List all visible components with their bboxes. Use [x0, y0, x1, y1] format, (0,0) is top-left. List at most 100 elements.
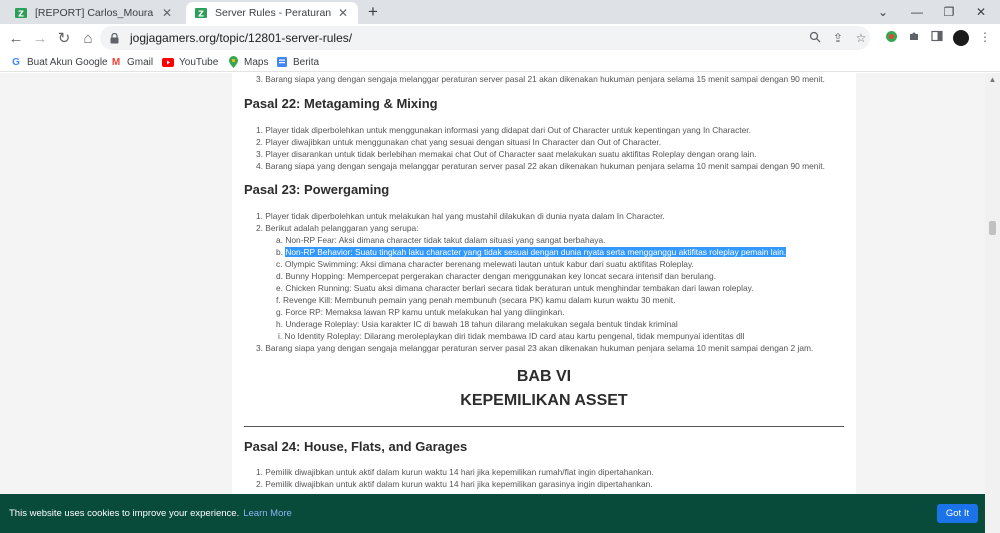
- sub-list-text: Bunny Hopping: Mempercepat pergerakan ch…: [285, 271, 716, 281]
- list-item: 2. Pemilik diwajibkan untuk aktif dalam …: [256, 479, 653, 489]
- bookmark-maps[interactable]: Maps: [227, 55, 268, 69]
- post-content-card: 3. Barang siapa yang dengan sengaja mela…: [232, 73, 856, 533]
- back-icon[interactable]: ←: [6, 28, 26, 48]
- bookmark-gmail[interactable]: M Gmail: [110, 55, 153, 69]
- zoom-icon[interactable]: [808, 31, 822, 45]
- list-item: 3. Player disarankan untuk tidak berlebi…: [256, 149, 757, 159]
- list-item: 3. Barang siapa yang dengan sengaja mela…: [256, 74, 825, 84]
- sub-list-text: No Identity Roleplay: Dilarang merolepla…: [284, 331, 745, 341]
- sub-list-marker: g.: [276, 307, 283, 317]
- menu-kebab-icon[interactable]: ⋮: [978, 30, 992, 44]
- page-scrollbar[interactable]: ▲: [985, 73, 1000, 533]
- forward-icon[interactable]: →: [30, 28, 50, 48]
- extensions-puzzle-icon[interactable]: [907, 30, 921, 44]
- sub-list-item: i. No Identity Roleplay: Dilarang merole…: [278, 331, 744, 341]
- sub-list-item-selected: b. Non-RP Behavior: Suatu tingkah laku c…: [276, 247, 787, 257]
- list-item: 1. Player tidak diperbolehkan untuk mela…: [256, 211, 665, 221]
- profile-avatar[interactable]: [953, 30, 969, 46]
- sub-list-marker: c.: [276, 259, 283, 269]
- bookmark-star-icon[interactable]: ☆: [854, 31, 868, 45]
- gmail-icon: M: [111, 56, 121, 68]
- sub-list-text: Non-RP Fear: Aksi dimana character tidak…: [285, 235, 606, 245]
- share-icon[interactable]: ⇪: [831, 31, 845, 45]
- sub-list-text: Revenge Kill: Membunuh pemain yang penah…: [282, 295, 676, 305]
- sub-list-item: c. Olympic Swimming: Aksi dimana charact…: [276, 259, 694, 269]
- sub-list-text: Olympic Swimming: Aksi dimana character …: [284, 259, 694, 269]
- list-item: 3. Barang siapa yang dengan sengaja mela…: [256, 343, 814, 353]
- url-text: jogjagamers.org/topic/12801-server-rules…: [130, 31, 353, 45]
- scrollbar-thumb[interactable]: [989, 221, 996, 235]
- sub-list-marker: a.: [276, 235, 283, 245]
- maps-icon: [227, 56, 239, 68]
- list-item: 4. Barang siapa yang dengan sengaja mela…: [256, 161, 825, 171]
- cookie-banner: This website uses cookies to improve you…: [0, 494, 985, 533]
- close-icon[interactable]: ✕: [160, 6, 174, 20]
- svg-text:Z: Z: [18, 10, 24, 19]
- sub-list-marker: b.: [276, 247, 283, 257]
- bookmark-buat-akun-google[interactable]: G Buat Akun Google: [10, 55, 108, 69]
- bookmark-label: Buat Akun Google: [27, 56, 108, 68]
- bookmark-label: Berita: [293, 56, 320, 68]
- sub-list-marker: h.: [276, 319, 283, 329]
- section-heading: Pasal 22: Metagaming & Mixing: [244, 96, 438, 111]
- bookmark-label: YouTube: [179, 56, 219, 68]
- section-heading: Pasal 24: House, Flats, and Garages: [244, 439, 468, 454]
- sub-list-text: Force RP: Memaksa lawan RP kamu untuk me…: [285, 307, 565, 317]
- page-viewport: 3. Barang siapa yang dengan sengaja mela…: [0, 73, 985, 533]
- minimize-icon[interactable]: —: [900, 0, 934, 24]
- svg-text:Z: Z: [198, 10, 204, 19]
- learn-more-link[interactable]: Learn More: [243, 508, 292, 519]
- sub-list-marker: f.: [276, 295, 281, 305]
- maximize-icon[interactable]: ❐: [932, 0, 966, 24]
- section-heading: Pasal 23: Powergaming: [244, 182, 390, 197]
- tab-search-icon[interactable]: ⌄: [866, 0, 900, 24]
- sub-list-item: e. Chicken Running: Suatu aksi dimana ch…: [276, 283, 754, 293]
- sub-list-marker: i.: [278, 331, 283, 341]
- tab-title: [REPORT] Carlos_Moura & Nayla: [35, 7, 156, 19]
- list-item: 1. Player tidak diperbolehkan untuk meng…: [256, 125, 751, 135]
- bookmark-label: Gmail: [127, 56, 154, 68]
- site-favicon-icon: Z: [194, 6, 208, 20]
- google-icon: G: [12, 56, 20, 68]
- list-item: 1. Pemilik diwajibkan untuk aktif dalam …: [256, 467, 654, 477]
- tab-title: Server Rules - Peraturan - Jogjag: [215, 7, 332, 19]
- new-tab-button[interactable]: +: [364, 3, 382, 21]
- chapter-number: BAB VI: [516, 368, 572, 385]
- youtube-icon: [162, 56, 174, 68]
- sub-list-item: a. Non-RP Fear: Aksi dimana character ti…: [276, 235, 605, 245]
- reload-icon[interactable]: ↻: [54, 28, 74, 48]
- lock-icon[interactable]: [110, 32, 122, 44]
- divider: [244, 426, 844, 427]
- sub-list-marker: d.: [276, 271, 283, 281]
- bookmarks-bar: G Buat Akun Google M Gmail YouTube Maps …: [0, 52, 1000, 72]
- extension-colorful-icon[interactable]: [884, 30, 898, 44]
- close-window-icon[interactable]: ✕: [964, 0, 998, 24]
- browser-toolbar: ← → ↻ ⌂ jogjagamers.org/topic/12801-serv…: [0, 24, 1000, 52]
- sub-list-item: h. Underage Roleplay: Usia karakter IC d…: [276, 319, 678, 329]
- site-favicon-icon: Z: [14, 6, 28, 20]
- bookmark-berita[interactable]: Berita: [276, 55, 319, 69]
- scroll-up-arrow-icon[interactable]: ▲: [985, 73, 1000, 87]
- chapter-title: KEPEMILIKAN ASSET: [460, 392, 628, 409]
- sub-list-text: Underage Roleplay: Usia karakter IC di b…: [285, 319, 678, 329]
- sub-list-item: d. Bunny Hopping: Mempercepat pergerakan…: [276, 271, 716, 281]
- tab-report[interactable]: Z [REPORT] Carlos_Moura & Nayla ✕: [6, 2, 182, 24]
- sub-list-text: Chicken Running: Suatu aksi dimana chara…: [285, 283, 754, 293]
- cookie-text: This website uses cookies to improve you…: [9, 508, 240, 519]
- side-panel-icon[interactable]: [930, 30, 944, 44]
- close-icon[interactable]: ✕: [336, 6, 350, 20]
- cookie-message: This website uses cookies to improve you…: [9, 508, 292, 519]
- sub-list-marker: e.: [276, 283, 283, 293]
- bookmark-label: Maps: [244, 56, 269, 68]
- news-icon: [276, 56, 288, 68]
- tab-server-rules[interactable]: Z Server Rules - Peraturan - Jogjag ✕: [186, 2, 358, 24]
- list-item: 2. Player diwajibkan untuk menggunakan c…: [256, 137, 662, 147]
- got-it-button[interactable]: Got It: [937, 504, 978, 523]
- list-item: 2. Berikut adalah pelanggaran yang serup…: [256, 223, 419, 233]
- selected-text: Non-RP Behavior: Suatu tingkah laku char…: [285, 247, 787, 257]
- bookmark-youtube[interactable]: YouTube: [162, 55, 218, 69]
- sub-list-item: g. Force RP: Memaksa lawan RP kamu untuk…: [276, 307, 564, 317]
- tab-strip: Z [REPORT] Carlos_Moura & Nayla ✕ Z Serv…: [0, 0, 1000, 24]
- home-icon[interactable]: ⌂: [78, 28, 98, 48]
- address-bar[interactable]: jogjagamers.org/topic/12801-server-rules…: [100, 26, 870, 50]
